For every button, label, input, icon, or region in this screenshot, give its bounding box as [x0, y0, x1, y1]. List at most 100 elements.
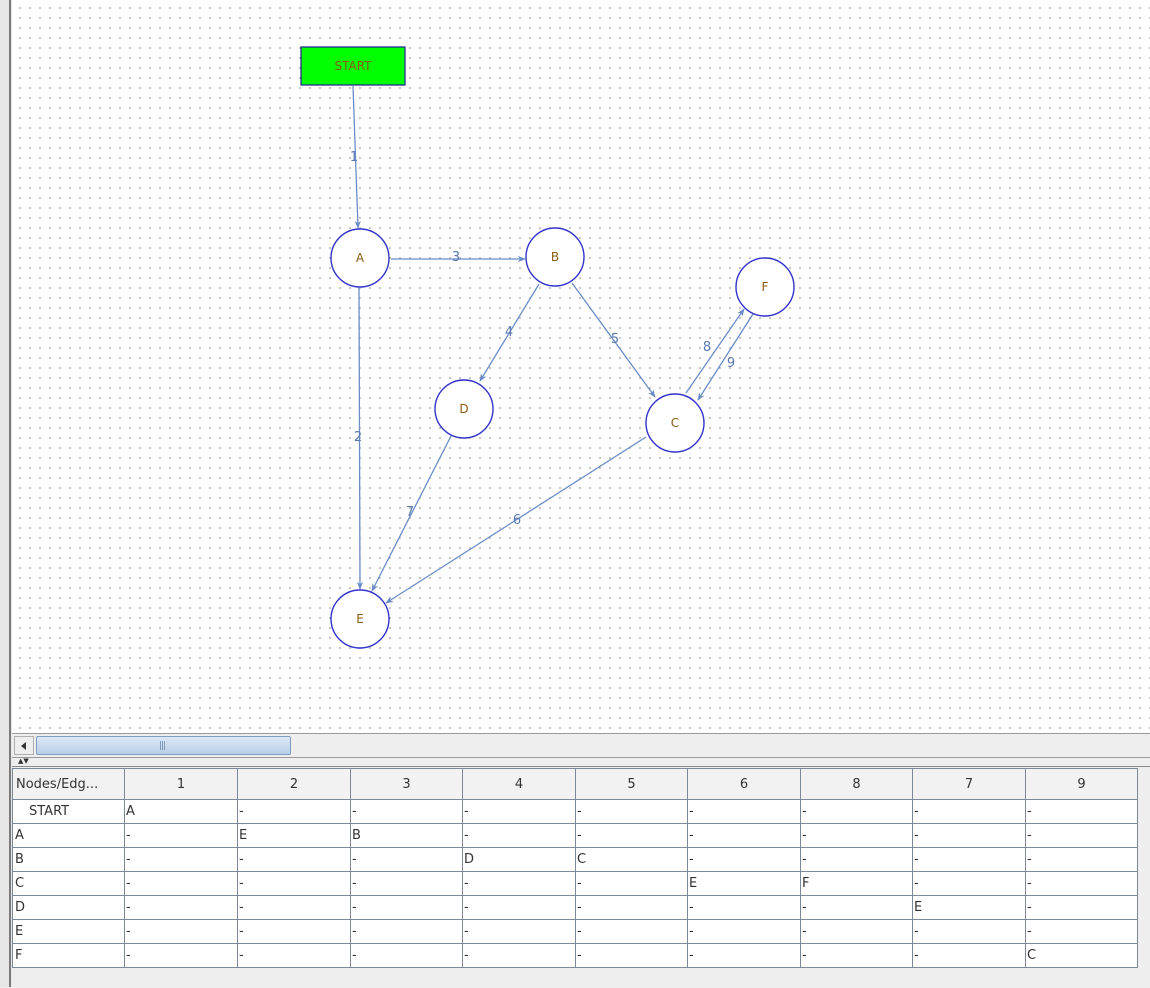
- table-cell[interactable]: -: [912, 943, 1026, 968]
- table-cell[interactable]: -: [800, 919, 913, 944]
- table-cell[interactable]: F: [800, 871, 913, 896]
- table-cell[interactable]: -: [350, 943, 463, 968]
- graph-node-c[interactable]: C: [645, 393, 705, 453]
- table-cell[interactable]: -: [800, 943, 913, 968]
- table-cell[interactable]: -: [462, 895, 576, 920]
- row-node-cell[interactable]: C: [12, 871, 125, 896]
- table-row[interactable]: A-EB------: [12, 823, 1138, 848]
- table-cell[interactable]: -: [237, 943, 351, 968]
- table-cell[interactable]: -: [237, 919, 351, 944]
- start-node[interactable]: START: [300, 46, 406, 86]
- table-cell[interactable]: E: [237, 823, 351, 848]
- table-row[interactable]: START A - - - - - - - -: [12, 799, 1138, 824]
- table-cell[interactable]: -: [237, 895, 351, 920]
- table-cell[interactable]: -: [1025, 799, 1138, 824]
- row-node-cell[interactable]: START: [12, 799, 125, 824]
- edge-c-f[interactable]: [685, 308, 745, 394]
- column-header-nodes-edges[interactable]: Nodes/Edg...: [12, 768, 125, 800]
- table-cell[interactable]: -: [575, 871, 688, 896]
- table-cell[interactable]: -: [800, 895, 913, 920]
- column-header-edge-4[interactable]: 4: [462, 768, 576, 800]
- table-cell[interactable]: -: [687, 799, 801, 824]
- table-cell[interactable]: -: [350, 919, 463, 944]
- table-row[interactable]: D-------E-: [12, 895, 1138, 920]
- column-header-edge-2[interactable]: 2: [237, 768, 351, 800]
- table-cell[interactable]: -: [687, 823, 801, 848]
- table-cell[interactable]: -: [912, 799, 1026, 824]
- column-header-edge-1[interactable]: 1: [124, 768, 238, 800]
- table-cell[interactable]: E: [687, 871, 801, 896]
- table-cell[interactable]: -: [124, 895, 238, 920]
- table-cell[interactable]: -: [350, 847, 463, 872]
- table-row[interactable]: B---DC----: [12, 847, 1138, 872]
- table-cell[interactable]: -: [462, 943, 576, 968]
- table-cell[interactable]: -: [350, 799, 463, 824]
- table-cell[interactable]: -: [462, 919, 576, 944]
- table-cell[interactable]: -: [575, 919, 688, 944]
- table-cell[interactable]: -: [1025, 895, 1138, 920]
- table-cell[interactable]: -: [575, 799, 688, 824]
- table-cell[interactable]: -: [350, 871, 463, 896]
- horizontal-scrollbar[interactable]: |||: [12, 733, 1150, 758]
- table-cell[interactable]: -: [462, 871, 576, 896]
- table-cell[interactable]: A: [124, 799, 238, 824]
- table-cell[interactable]: -: [687, 919, 801, 944]
- table-cell[interactable]: -: [1025, 823, 1138, 848]
- table-cell[interactable]: -: [687, 847, 801, 872]
- scroll-thumb[interactable]: |||: [36, 736, 291, 755]
- table-cell[interactable]: -: [575, 943, 688, 968]
- row-node-cell[interactable]: A: [12, 823, 125, 848]
- table-cell[interactable]: -: [800, 847, 913, 872]
- column-header-edge-3[interactable]: 3: [350, 768, 463, 800]
- row-node-cell[interactable]: F: [12, 943, 125, 968]
- column-header-edge-5[interactable]: 5: [575, 768, 688, 800]
- table-cell[interactable]: -: [687, 943, 801, 968]
- table-cell[interactable]: C: [1025, 943, 1138, 968]
- graph-node-f[interactable]: F: [735, 257, 795, 317]
- row-node-cell[interactable]: D: [12, 895, 125, 920]
- column-header-edge-6[interactable]: 6: [687, 768, 801, 800]
- table-cell[interactable]: -: [687, 895, 801, 920]
- table-cell[interactable]: B: [350, 823, 463, 848]
- column-header-edge-8[interactable]: 8: [800, 768, 913, 800]
- graph-canvas[interactable]: 1 2 3 4 5 6 7 8 9 START A B C D E F: [12, 0, 1150, 733]
- table-cell[interactable]: -: [1025, 919, 1138, 944]
- table-cell[interactable]: -: [575, 895, 688, 920]
- table-cell[interactable]: E: [912, 895, 1026, 920]
- split-divider[interactable]: ▲▼: [12, 758, 1150, 766]
- table-cell[interactable]: -: [912, 847, 1026, 872]
- table-cell[interactable]: -: [124, 847, 238, 872]
- row-node-cell[interactable]: E: [12, 919, 125, 944]
- graph-node-e[interactable]: E: [330, 589, 390, 649]
- table-row[interactable]: C-----EF--: [12, 871, 1138, 896]
- table-row[interactable]: E---------: [12, 919, 1138, 944]
- table-cell[interactable]: -: [800, 799, 913, 824]
- split-arrows-icon[interactable]: ▲▼: [18, 758, 29, 765]
- table-cell[interactable]: -: [912, 871, 1026, 896]
- graph-node-d[interactable]: D: [434, 379, 494, 439]
- table-cell[interactable]: -: [237, 799, 351, 824]
- table-cell[interactable]: -: [350, 895, 463, 920]
- table-row[interactable]: F--------C: [12, 943, 1138, 968]
- table-cell[interactable]: -: [1025, 871, 1138, 896]
- table-cell[interactable]: -: [912, 823, 1026, 848]
- table-cell[interactable]: D: [462, 847, 576, 872]
- table-cell[interactable]: -: [575, 823, 688, 848]
- table-cell[interactable]: -: [124, 871, 238, 896]
- table-cell[interactable]: -: [237, 871, 351, 896]
- row-node-cell[interactable]: B: [12, 847, 125, 872]
- table-cell[interactable]: -: [124, 823, 238, 848]
- edge-f-c[interactable]: [697, 313, 754, 401]
- table-cell[interactable]: -: [462, 799, 576, 824]
- table-cell[interactable]: -: [237, 847, 351, 872]
- table-cell[interactable]: -: [124, 919, 238, 944]
- table-cell[interactable]: C: [575, 847, 688, 872]
- scroll-left-arrow-icon[interactable]: [14, 736, 34, 755]
- table-cell[interactable]: -: [912, 919, 1026, 944]
- table-cell[interactable]: -: [1025, 847, 1138, 872]
- column-header-edge-7[interactable]: 7: [912, 768, 1026, 800]
- table-cell[interactable]: -: [800, 823, 913, 848]
- column-header-edge-9[interactable]: 9: [1025, 768, 1138, 800]
- table-cell[interactable]: -: [124, 943, 238, 968]
- graph-node-b[interactable]: B: [525, 227, 585, 287]
